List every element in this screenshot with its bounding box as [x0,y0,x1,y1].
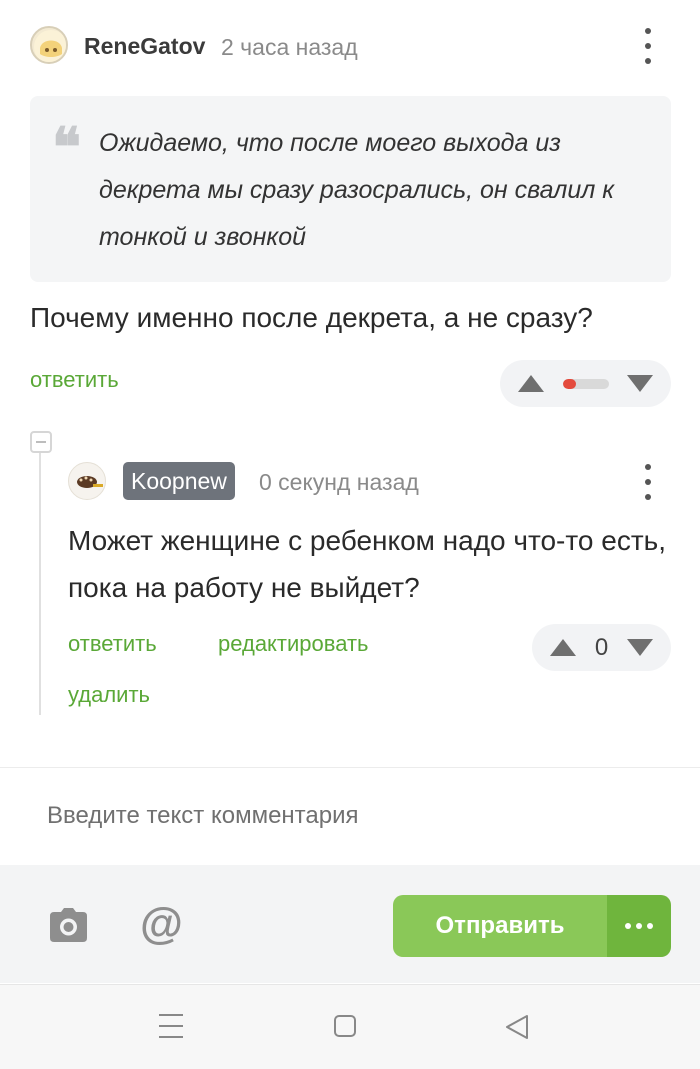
delete-button[interactable]: удалить [68,682,150,708]
comment-author[interactable]: ReneGatov [84,33,205,60]
collapse-thread-button[interactable] [30,431,52,453]
upvote-icon[interactable] [550,639,576,656]
comment-rating [500,360,671,407]
reply-button[interactable]: ответить [30,367,119,393]
avatar[interactable] [68,462,106,500]
comment-input[interactable] [30,784,670,848]
rating-bar [562,378,609,389]
edit-button[interactable]: редактировать [218,631,369,657]
comment-time: 2 часа назад [221,34,358,60]
mention-icon[interactable]: @ [140,899,183,949]
upvote-icon[interactable] [518,375,544,392]
camera-icon[interactable] [50,908,87,942]
divider [0,767,700,768]
quote-icon: ❝ [52,115,82,179]
reply-score: 0 [594,633,609,661]
downvote-icon[interactable] [627,375,653,392]
back-icon[interactable] [505,1014,529,1045]
reply-rating: 0 [532,624,671,671]
more-options-icon[interactable] [641,28,655,64]
thread-line[interactable] [39,453,41,715]
more-options-icon[interactable] [641,464,655,500]
comment-text: Почему именно после декрета, а не сразу? [30,302,593,333]
reply-text: Может женщине с ребенком надо что-то ест… [68,525,667,603]
reply-author-badge[interactable]: Koopnew [123,462,235,500]
downvote-icon[interactable] [626,639,653,656]
reply-button[interactable]: ответить [68,631,157,657]
send-button[interactable]: Отправить [393,895,607,957]
menu-icon[interactable] [159,1014,183,1038]
avatar[interactable] [30,26,68,64]
home-icon[interactable] [334,1015,356,1037]
quote-text: Ожидаемо, что после моего выхода из декр… [99,129,615,251]
send-options-button[interactable] [607,895,671,957]
reply-time: 0 секунд назад [259,469,419,495]
